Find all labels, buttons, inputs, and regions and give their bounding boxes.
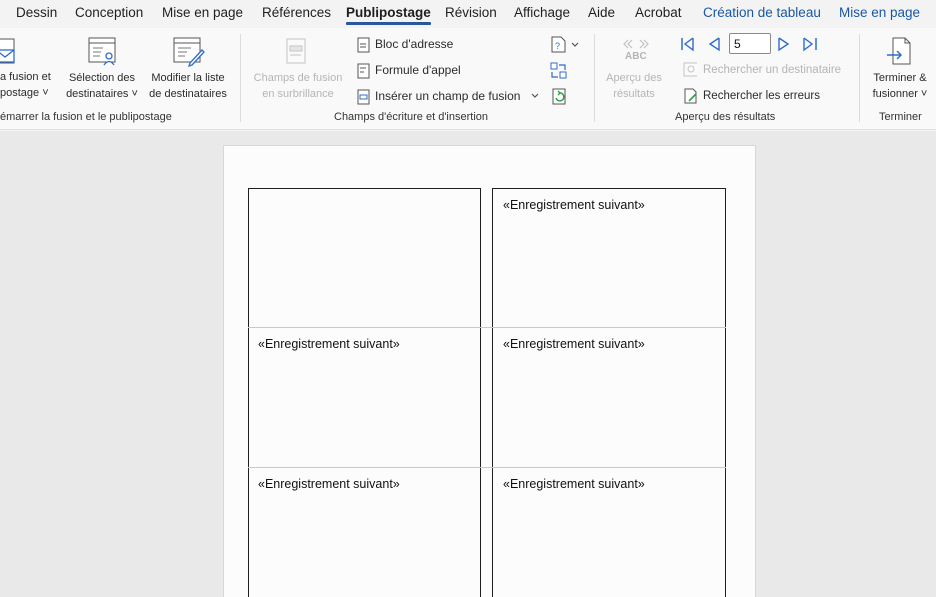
greeting-line-icon — [357, 63, 370, 79]
chevron-down-icon — [531, 93, 539, 98]
check-errors-icon — [684, 88, 697, 104]
previous-record-icon[interactable] — [707, 36, 721, 52]
rules-icon: ? — [551, 36, 579, 53]
edit-list-label-2: de destinataires — [149, 88, 227, 100]
greeting-line-label: Formule d'appel — [375, 63, 461, 77]
record-number-input[interactable] — [729, 33, 771, 54]
abc-label: ABC — [625, 51, 647, 62]
last-record-icon[interactable] — [802, 36, 818, 52]
finish-label-1: Terminer & — [873, 72, 927, 84]
merge-field-text: «Enregistrement suivant» — [503, 337, 645, 351]
next-record-icon[interactable] — [777, 36, 791, 52]
tab-mise-en-page[interactable]: Mise en page — [162, 5, 243, 20]
row-boundary — [248, 327, 726, 328]
finish-merge-icon — [887, 37, 911, 65]
label-cell[interactable]: «Enregistrement suivant» — [492, 327, 726, 468]
start-merge-label-1: a fusion et — [0, 71, 51, 83]
preview-arrows-icon — [623, 39, 649, 49]
preview-label-2: résultats — [613, 88, 655, 100]
recipients-list-icon — [88, 37, 116, 66]
start-merge-label-2: postage ˅ — [0, 87, 49, 99]
preview-label-1: Aperçu des — [606, 72, 662, 84]
first-record-icon[interactable] — [680, 36, 696, 52]
tab-affichage[interactable]: Affichage — [514, 5, 570, 20]
group-separator — [859, 34, 860, 122]
check-errors-label: Rechercher les erreurs — [703, 90, 820, 102]
insert-field-label: Insérer un champ de fusion — [375, 89, 521, 103]
label-cell[interactable]: «Enregistrement suivant» — [492, 467, 726, 597]
group-finish-name: Terminer — [879, 111, 922, 123]
edit-list-label-1: Modifier la liste — [151, 72, 225, 84]
svg-text:?: ? — [555, 41, 560, 51]
group-start-merge-name: émarrer la fusion et le publipostage — [0, 111, 172, 123]
find-recipient-label: Rechercher un destinataire — [703, 64, 842, 76]
tab-aide[interactable]: Aide — [588, 5, 615, 20]
merge-field-text: «Enregistrement suivant» — [503, 477, 645, 491]
group-separator — [594, 34, 595, 122]
document-area[interactable]: «Enregistrement suivant» «Enregistrement… — [0, 131, 936, 597]
label-cell[interactable]: «Enregistrement suivant» — [248, 467, 481, 597]
merge-field-text: «Enregistrement suivant» — [503, 198, 645, 212]
insert-field-icon — [357, 89, 370, 105]
address-block-label: Bloc d'adresse — [375, 37, 454, 51]
select-recipients-label-1: Sélection des — [68, 72, 136, 84]
group-write-insert-name: Champs d'écriture et d'insertion — [334, 111, 488, 123]
update-labels-icon — [552, 88, 566, 105]
document-page[interactable]: «Enregistrement suivant» «Enregistrement… — [223, 145, 756, 597]
tab-revision[interactable]: Révision — [445, 5, 497, 20]
group-separator — [240, 34, 241, 122]
ribbon: a fusion et postage ˅ Sélection des dest… — [0, 28, 936, 130]
tab-creation-de-tableau[interactable]: Création de tableau — [703, 5, 821, 20]
match-fields-icon — [550, 62, 567, 79]
tab-publipostage[interactable]: Publipostage — [346, 5, 431, 25]
merge-field-text: «Enregistrement suivant» — [258, 337, 400, 351]
highlight-fields-icon — [286, 38, 306, 64]
label-cell[interactable]: «Enregistrement suivant» — [492, 188, 726, 328]
tab-references[interactable]: Références — [262, 5, 331, 20]
label-cell[interactable]: «Enregistrement suivant» — [248, 327, 481, 468]
find-recipient-icon — [683, 62, 697, 77]
label-cell[interactable] — [248, 188, 481, 328]
envelope-document-icon — [0, 38, 15, 64]
select-recipients-label-2: destinataires ˅ — [66, 88, 138, 100]
address-block-icon — [357, 37, 370, 53]
spacer-column — [480, 188, 493, 597]
edit-list-icon — [173, 37, 205, 67]
tab-conception[interactable]: Conception — [75, 5, 143, 20]
tab-acrobat[interactable]: Acrobat — [635, 5, 682, 20]
finish-label-2: fusionner ˅ — [872, 88, 928, 100]
merge-field-text: «Enregistrement suivant» — [258, 477, 400, 491]
tab-mise-en-page-tableau[interactable]: Mise en page — [839, 5, 920, 20]
highlight-fields-label-1: Champs de fusion — [253, 72, 343, 84]
group-preview-name: Aperçu des résultats — [675, 111, 776, 123]
highlight-fields-label-2: en surbrillance — [262, 88, 334, 100]
ribbon-tab-bar: Dessin Conception Mise en page Référence… — [0, 0, 936, 28]
tab-dessin[interactable]: Dessin — [16, 5, 57, 20]
row-boundary — [248, 467, 726, 468]
